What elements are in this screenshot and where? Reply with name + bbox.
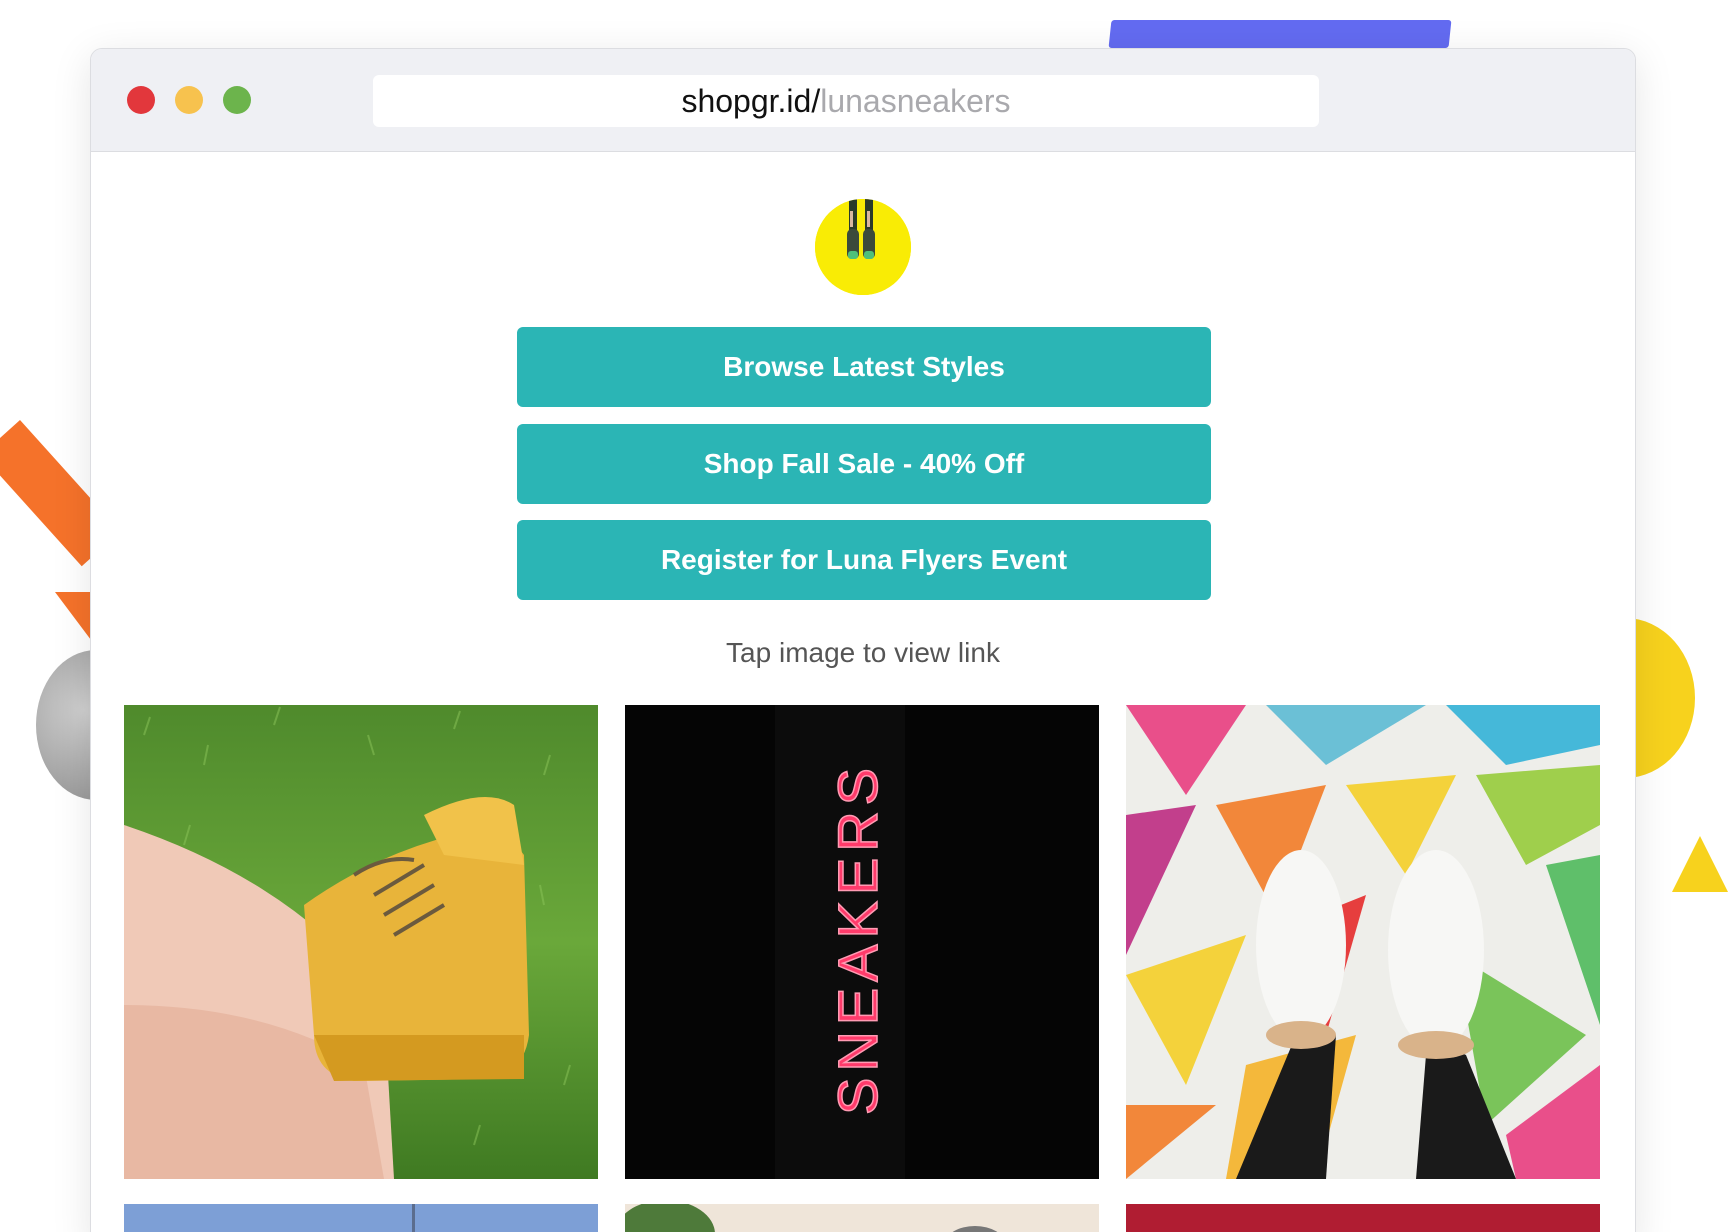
profile-avatar	[815, 199, 911, 295]
blue-brush-stroke-decoration	[1108, 20, 1452, 48]
page: shopgr.id/lunasneakers Browse Latest Sty…	[0, 0, 1730, 1232]
neon-sign-text: SNEAKERS	[826, 762, 889, 1115]
shop-fall-sale-button[interactable]: Shop Fall Sale - 40% Off	[517, 424, 1211, 504]
tap-image-hint: Tap image to view link	[726, 637, 1000, 668]
address-bar[interactable]: shopgr.id/lunasneakers	[373, 75, 1319, 127]
orange-triangle-decoration	[55, 592, 91, 640]
plant-image	[625, 1204, 1099, 1232]
red-image	[1126, 1204, 1600, 1232]
register-luna-flyers-button[interactable]: Register for Luna Flyers Event	[517, 520, 1211, 600]
maximize-window-button[interactable]	[223, 86, 251, 114]
minimize-window-button[interactable]	[175, 86, 203, 114]
yellow-triangle-decoration	[1672, 836, 1728, 892]
gallery-tile-colorful-floor[interactable]	[1126, 705, 1600, 1179]
browser-titlebar: shopgr.id/lunasneakers	[91, 49, 1635, 152]
sneakers-avatar-icon	[815, 199, 911, 295]
gallery-tile-yellow-sneakers[interactable]	[124, 705, 598, 1179]
browse-latest-styles-button[interactable]: Browse Latest Styles	[517, 327, 1211, 407]
blue-sky-image	[124, 1204, 598, 1232]
close-window-button[interactable]	[127, 86, 155, 114]
neon-sneakers-sign-image: SNEAKERS	[625, 705, 1099, 1179]
browser-window: shopgr.id/lunasneakers Browse Latest Sty…	[90, 48, 1636, 1232]
yellow-sneakers-on-grass-image	[124, 705, 598, 1179]
white-sneakers-on-colorful-floor-image	[1126, 705, 1600, 1179]
url-path: lunasneakers	[820, 83, 1011, 119]
gallery-tile-neon-sign[interactable]: SNEAKERS	[625, 705, 1099, 1179]
link-page: Browse Latest Styles Shop Fall Sale - 40…	[91, 152, 1635, 1232]
gallery-tile-red[interactable]	[1126, 1204, 1600, 1232]
gallery-tile-plant[interactable]	[625, 1204, 1099, 1232]
url-host: shopgr.id/	[681, 83, 821, 119]
gallery-tile-blue-sky[interactable]	[124, 1204, 598, 1232]
